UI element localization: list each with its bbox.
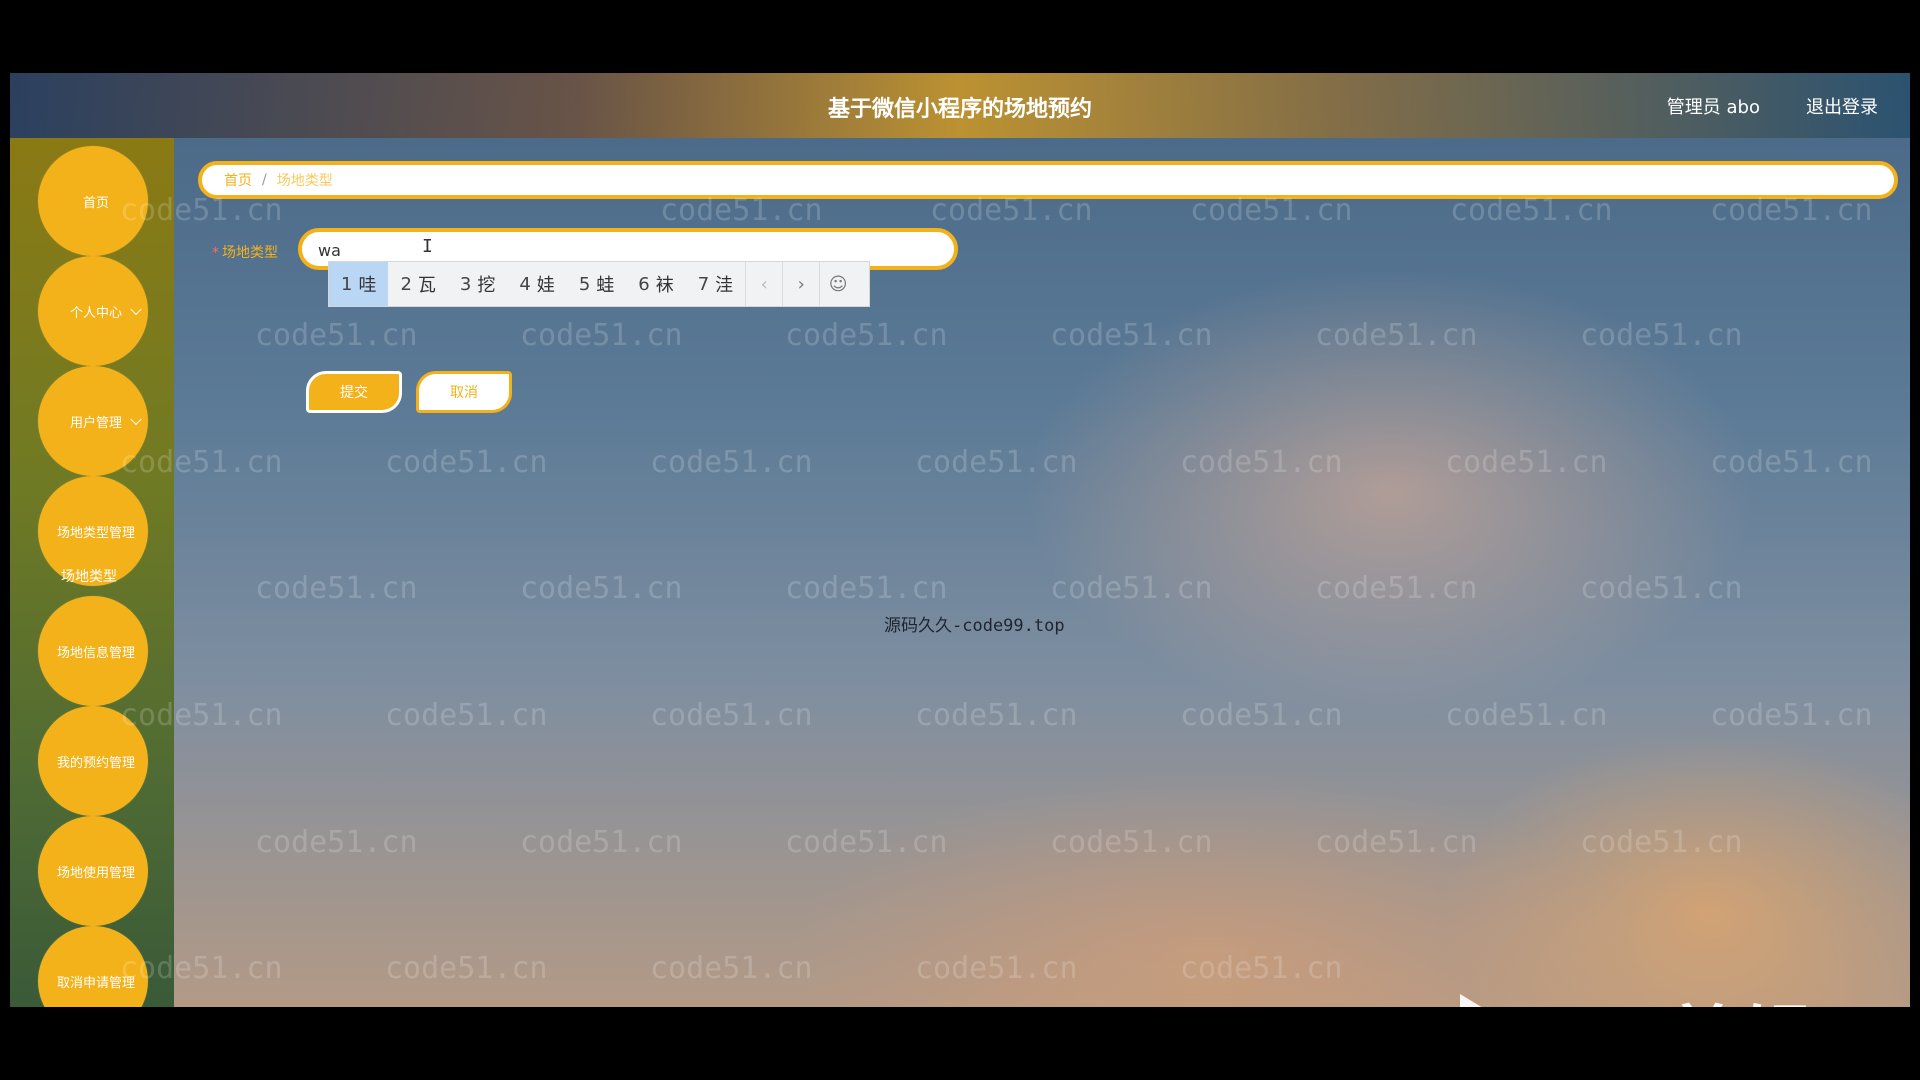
watermark-text: code51.cn	[1710, 698, 1873, 733]
breadcrumb-current: 场地类型	[276, 173, 333, 189]
sidebar-item-venue-usage[interactable]: 场地使用管理	[38, 816, 148, 926]
sidebar-item-label: 用户管理	[69, 415, 122, 431]
watermark-text: code51.cn	[785, 318, 948, 353]
sidebar-item-home[interactable]: 首页	[38, 146, 148, 256]
source-site-text: 源码久久-code99.top	[884, 616, 1065, 636]
user-name: 管理员 abo	[1666, 97, 1760, 118]
ime-candidate[interactable]: 6袜	[626, 262, 685, 306]
ime-candidate[interactable]: 1哇	[329, 262, 389, 306]
watermark-text: code51.cn	[1050, 825, 1213, 860]
watermark-text: code51.cn	[1180, 698, 1343, 733]
submenu-item-venue-type[interactable]: 场地类型	[61, 566, 117, 586]
watermark-text: code51.cn	[520, 571, 683, 606]
ime-candidate[interactable]: 4娃	[507, 262, 566, 306]
breadcrumb: 首页 / 场地类型	[198, 161, 1898, 199]
watermark-text: code51.cn	[385, 445, 548, 480]
watermark-text: code51.cn	[385, 698, 548, 733]
watermark-text: code51.cn	[650, 698, 813, 733]
ime-candidate[interactable]: 2瓦	[388, 262, 447, 306]
sidebar-item-cancel-requests[interactable]: 取消申请管理	[38, 926, 148, 1007]
watermark-text: code51.cn	[1315, 571, 1478, 606]
watermark-text: code51.cn	[1445, 445, 1608, 480]
text-cursor-icon: I	[422, 236, 433, 257]
sidebar-item-my-bookings[interactable]: 我的预约管理	[38, 706, 148, 816]
sidebar-item-label: 个人中心	[69, 305, 122, 321]
watermark-text: code51.cn	[1710, 445, 1873, 480]
sidebar-item-venue-info[interactable]: 场地信息管理	[38, 596, 148, 706]
ime-candidate-bar: 1哇 2瓦 3挖 4娃 5蛙 6袜 7洼 ‹ › ☺	[328, 261, 870, 307]
watermark-text: code51.cn	[255, 825, 418, 860]
header-bar: 基于微信小程序的场地预约 管理员 abo 退出登录	[10, 73, 1910, 138]
watermark-text: code51.cn	[915, 445, 1078, 480]
breadcrumb-separator: /	[262, 172, 267, 188]
watermark-text: code51.cn	[650, 951, 813, 986]
watermark-text: code51.cn	[1580, 825, 1743, 860]
watermark-text: code51.cn	[1180, 951, 1343, 986]
watermark-text: code51.cn	[520, 318, 683, 353]
venue-type-label: * 场地类型	[212, 242, 278, 262]
watermark-text: code51.cn	[650, 445, 813, 480]
watermark-text: code51.cn	[385, 951, 548, 986]
watermark-text: code51.cn	[1050, 318, 1213, 353]
watermark-text: code51.cn	[255, 571, 418, 606]
sidebar-item-users[interactable]: 用户管理	[38, 366, 148, 476]
watermark-text: code51.cn	[1180, 445, 1343, 480]
ev-editor-logo: eV剪辑	[1460, 981, 1815, 1007]
sidebar-item-label: 场地类型管理	[56, 525, 135, 541]
submit-button[interactable]: 提交	[306, 371, 402, 413]
watermark-text: code51.cn	[1050, 571, 1213, 606]
play-icon	[1460, 993, 1526, 1007]
watermark-text: code51.cn	[1580, 318, 1743, 353]
ime-candidate[interactable]: 7洼	[686, 262, 745, 306]
venue-type-label-text: 场地类型	[222, 245, 278, 261]
ime-candidate[interactable]: 5蛙	[567, 262, 626, 306]
watermark-text: code51.cn	[785, 571, 948, 606]
breadcrumb-home[interactable]: 首页	[224, 170, 252, 190]
watermark-text: code51.cn	[1315, 318, 1478, 353]
watermark-text: code51.cn	[1315, 825, 1478, 860]
cancel-button[interactable]: 取消	[416, 371, 512, 413]
watermark-text: code51.cn	[785, 825, 948, 860]
watermark-text: code51.cn	[915, 698, 1078, 733]
ime-candidate[interactable]: 3挖	[448, 262, 507, 306]
required-mark: *	[212, 245, 219, 261]
app-title: 基于微信小程序的场地预约	[827, 97, 1092, 122]
sidebar-item-label: 取消申请管理	[56, 975, 135, 991]
ime-next-page-icon[interactable]: ›	[782, 262, 819, 306]
sidebar-item-label: 首页	[82, 195, 109, 211]
watermark-text: code51.cn	[255, 318, 418, 353]
chevron-down-icon	[130, 303, 142, 316]
ev-logo-text: eV剪辑	[1558, 981, 1815, 1007]
watermark-text: code51.cn	[1580, 571, 1743, 606]
app-screen: 基于微信小程序的场地预约 管理员 abo 退出登录 首页 个人中心 用户管理 场…	[10, 73, 1910, 1007]
sidebar-item-label: 我的预约管理	[56, 755, 135, 771]
chevron-down-icon	[130, 413, 142, 426]
watermark-text: code51.cn	[915, 951, 1078, 986]
watermark-text: code51.cn	[520, 825, 683, 860]
sidebar-item-profile[interactable]: 个人中心	[38, 256, 148, 366]
watermark-text: code51.cn	[1445, 698, 1608, 733]
ime-prev-page-icon[interactable]: ‹	[745, 262, 782, 306]
sidebar-item-label: 场地使用管理	[56, 865, 135, 881]
ime-emoji-icon[interactable]: ☺	[819, 262, 856, 306]
logout-link[interactable]: 退出登录	[1806, 93, 1878, 119]
sidebar-item-label: 场地信息管理	[56, 645, 135, 661]
